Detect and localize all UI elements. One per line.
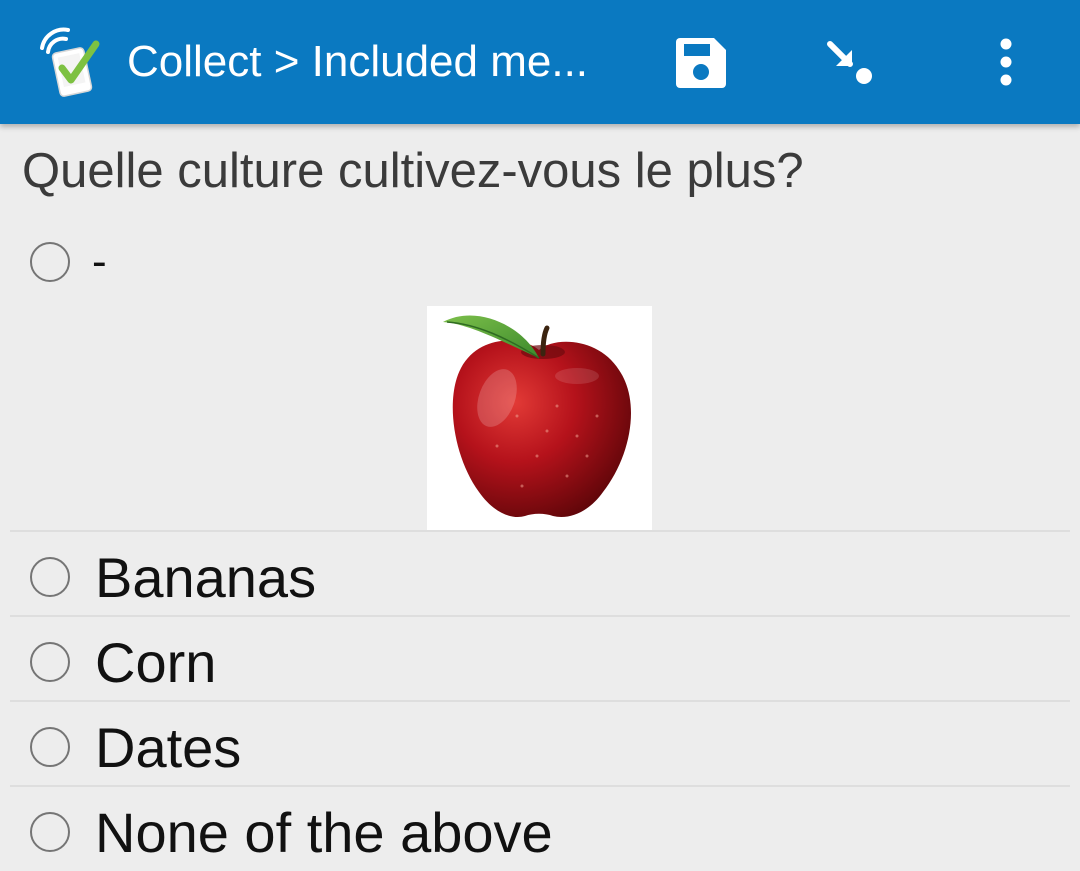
divider bbox=[10, 785, 1070, 787]
radio-option-dates[interactable] bbox=[30, 727, 70, 767]
jump-to-question-icon[interactable] bbox=[820, 36, 876, 92]
option-label-bananas[interactable]: Bananas bbox=[95, 546, 316, 610]
divider bbox=[10, 530, 1070, 532]
save-icon[interactable] bbox=[674, 36, 728, 90]
option-label-corn[interactable]: Corn bbox=[95, 631, 216, 695]
radio-option-blank[interactable] bbox=[30, 242, 70, 282]
collect-app-icon[interactable] bbox=[34, 24, 106, 100]
radio-option-corn[interactable] bbox=[30, 642, 70, 682]
divider bbox=[10, 615, 1070, 617]
radio-option-bananas[interactable] bbox=[30, 557, 70, 597]
overflow-menu-icon[interactable] bbox=[990, 38, 1022, 86]
option-label-none[interactable]: None of the above bbox=[95, 801, 553, 865]
question-label: Quelle culture cultivez-vous le plus? bbox=[22, 144, 804, 198]
apple-image[interactable] bbox=[427, 306, 652, 530]
option-label-blank: - bbox=[92, 237, 107, 286]
app-bar: Collect > Included me... bbox=[0, 0, 1080, 124]
app-title: Collect > Included me... bbox=[127, 37, 589, 86]
divider bbox=[10, 700, 1070, 702]
option-label-dates[interactable]: Dates bbox=[95, 716, 241, 780]
radio-option-none[interactable] bbox=[30, 812, 70, 852]
